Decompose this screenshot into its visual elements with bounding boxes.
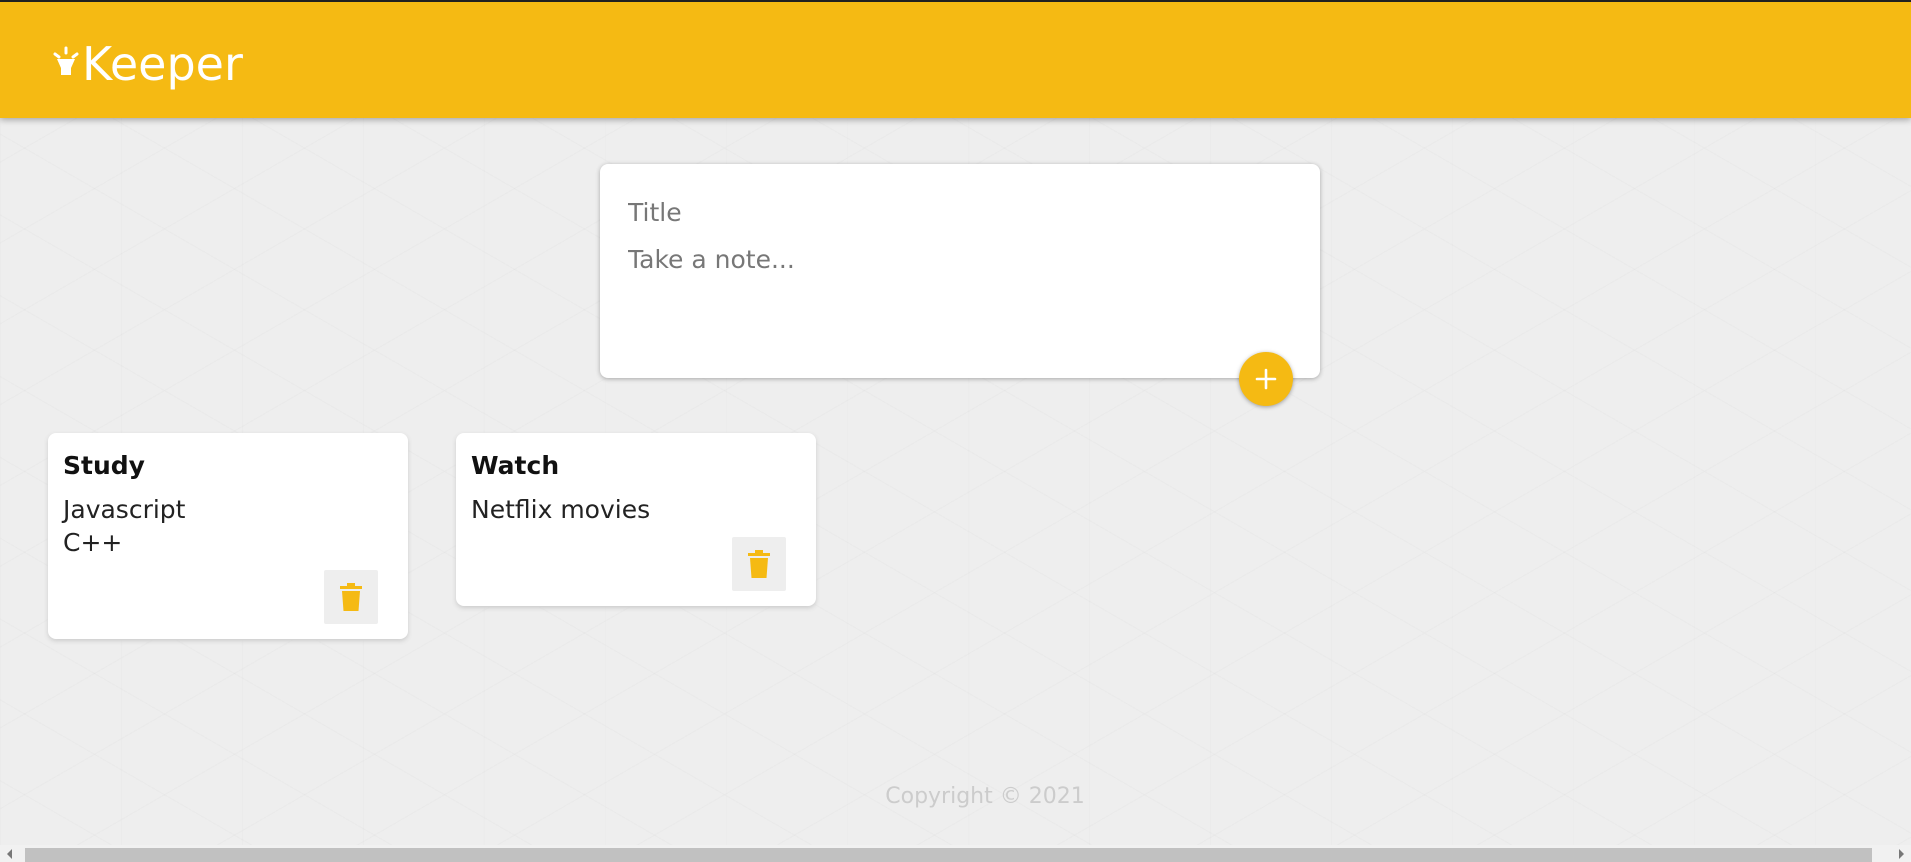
note-card: Watch Netflix movies: [456, 433, 816, 606]
note-card: Study Javascript C++: [48, 433, 408, 639]
add-note-button[interactable]: [1239, 352, 1293, 406]
trash-icon: [748, 550, 770, 578]
copyright-text: Copyright © 2021: [885, 784, 1085, 809]
note-content: Javascript C++: [63, 495, 186, 557]
delete-note-button[interactable]: [324, 570, 378, 624]
create-note-form: [600, 164, 1320, 378]
lightbulb-icon: [53, 46, 79, 75]
note-title: Study: [63, 451, 145, 480]
scroll-left-icon[interactable]: [7, 849, 12, 859]
note-title: Watch: [471, 451, 560, 480]
app-header: Keeper: [0, 2, 1911, 118]
note-content: Netflix movies: [471, 495, 651, 524]
plus-icon: [1255, 368, 1277, 390]
note-title-input[interactable]: [628, 194, 1288, 230]
app-title: Keeper: [82, 37, 243, 91]
scrollbar-thumb[interactable]: [25, 848, 1872, 862]
delete-note-button[interactable]: [732, 537, 786, 591]
trash-icon: [340, 583, 362, 611]
footer: Copyright © 2021: [0, 784, 1911, 809]
scroll-right-icon[interactable]: [1899, 849, 1904, 859]
horizontal-scrollbar[interactable]: [0, 845, 1911, 862]
note-content-input[interactable]: [628, 242, 1288, 352]
brand: Keeper: [52, 38, 243, 90]
